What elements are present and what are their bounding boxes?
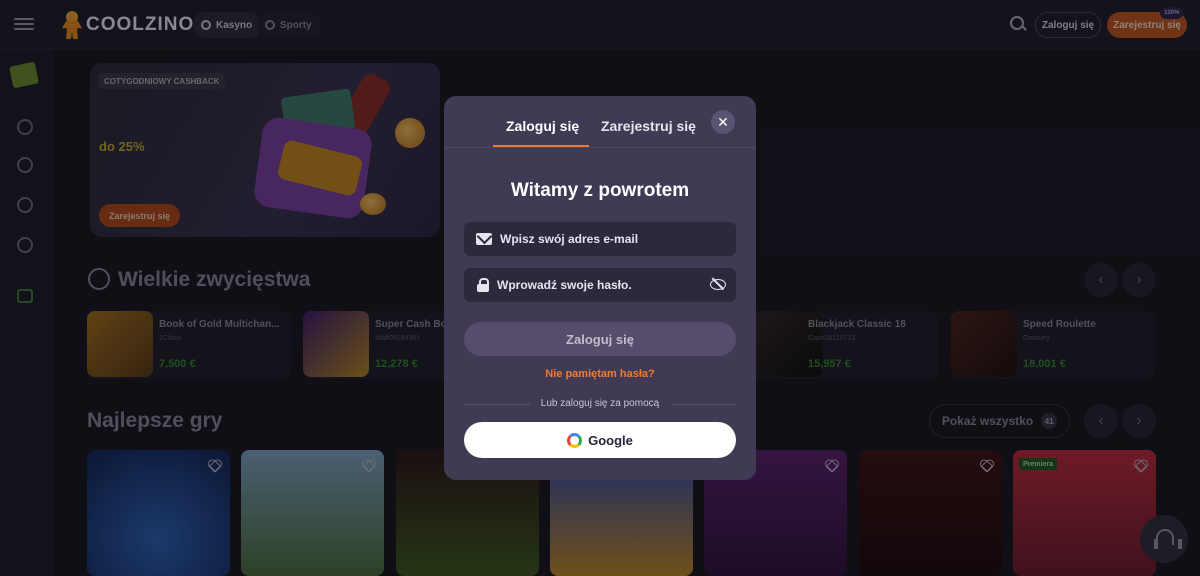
google-icon xyxy=(567,432,583,448)
divider-line xyxy=(672,404,736,405)
mail-icon xyxy=(476,233,492,245)
close-icon[interactable]: ✕ xyxy=(711,110,735,134)
tab-login[interactable]: Zaloguj się xyxy=(506,118,579,134)
modal-tabs: Zaloguj się Zarejestruj się ✕ xyxy=(444,96,756,148)
lock-icon xyxy=(477,278,489,292)
google-label: Google xyxy=(588,432,633,448)
password-field[interactable] xyxy=(464,268,736,302)
active-tab-indicator xyxy=(493,145,589,147)
modal-title: Witamy z powrotem xyxy=(510,180,690,201)
eye-off-icon[interactable] xyxy=(710,278,726,290)
forgot-password-link[interactable]: Nie pamiętam hasła? xyxy=(444,368,756,380)
tab-register[interactable]: Zarejestruj się xyxy=(601,118,696,134)
email-field[interactable] xyxy=(464,222,736,256)
login-submit-button[interactable]: Zaloguj się xyxy=(464,322,736,356)
login-modal: Zaloguj się Zarejestruj się ✕ Witamy z p… xyxy=(444,96,756,480)
password-input[interactable] xyxy=(497,278,697,292)
email-input[interactable] xyxy=(500,232,700,246)
google-login-button[interactable]: Google xyxy=(464,422,736,458)
